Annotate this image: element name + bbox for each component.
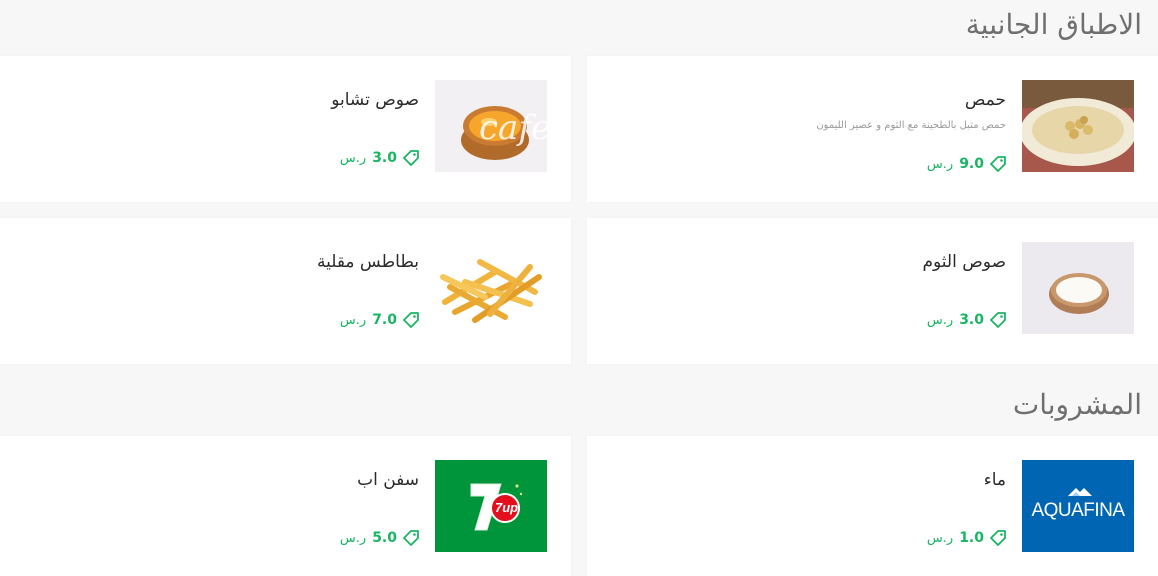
item-currency: ر.س (339, 150, 367, 166)
item-price: 9.0 (959, 156, 984, 172)
item-name: سفن اب (357, 470, 419, 490)
price-tag-icon (403, 150, 419, 166)
price-row: 1.0 ر.س (927, 530, 1006, 546)
item-price: 7.0 (372, 312, 397, 328)
item-currency: ر.س (339, 530, 367, 546)
aquafina-image: AQUAFINA (1022, 460, 1134, 552)
item-currency: ر.س (926, 312, 954, 328)
menu-item-hummus[interactable]: حمص حمص متبل بالطحينة مع الثوم و عصير ال… (587, 56, 1158, 202)
7up-image: 7up (435, 460, 547, 552)
item-name: ماء (983, 470, 1006, 490)
menu-item-7up[interactable]: 7up سفن اب 5.0 ر.س (0, 436, 571, 576)
hummus-image (1022, 80, 1134, 172)
item-name: صوص تشابو (331, 90, 419, 110)
item-price: 1.0 (959, 530, 984, 546)
price-row: 5.0 ر.س (340, 530, 419, 546)
price-tag-icon (403, 530, 419, 546)
menu-item-chipotle-sauce[interactable]: cafe صوص تشابو 3.0 ر.س (0, 56, 571, 202)
price-tag-icon (403, 312, 419, 328)
item-description: حمص متبل بالطحينة مع الثوم و عصير الليمو… (816, 120, 1006, 131)
price-tag-icon (990, 530, 1006, 546)
item-name: حمص (964, 90, 1006, 110)
price-row: 7.0 ر.س (340, 312, 419, 328)
item-name: صوص الثوم (922, 252, 1006, 272)
section-title-side-dishes: الاطباق الجانبية (965, 8, 1142, 41)
item-currency: ر.س (926, 156, 954, 172)
item-price: 5.0 (372, 530, 397, 546)
item-name: بطاطس مقلية (316, 252, 419, 272)
garlic-sauce-image (1022, 242, 1134, 334)
item-price: 3.0 (959, 312, 984, 328)
item-currency: ر.س (926, 530, 954, 546)
price-tag-icon (990, 156, 1006, 172)
price-tag-icon (990, 312, 1006, 328)
menu-item-garlic-sauce[interactable]: صوص الثوم 3.0 ر.س (587, 218, 1158, 364)
aquafina-logo-text: AQUAFINA (1031, 500, 1125, 521)
watermark-text: cafe (479, 108, 547, 148)
section-title-drinks: المشروبات (1012, 388, 1142, 421)
fries-image (435, 242, 547, 334)
item-currency: ر.س (339, 312, 367, 328)
price-row: 3.0 ر.س (340, 150, 419, 166)
sauce-image: cafe (435, 80, 547, 172)
7up-logo-text: 7up (495, 500, 519, 515)
price-row: 9.0 ر.س (927, 156, 1006, 172)
price-row: 3.0 ر.س (927, 312, 1006, 328)
menu-item-french-fries[interactable]: بطاطس مقلية 7.0 ر.س (0, 218, 571, 364)
item-price: 3.0 (372, 150, 397, 166)
menu-item-water[interactable]: AQUAFINA ماء 1.0 ر.س (587, 436, 1158, 576)
